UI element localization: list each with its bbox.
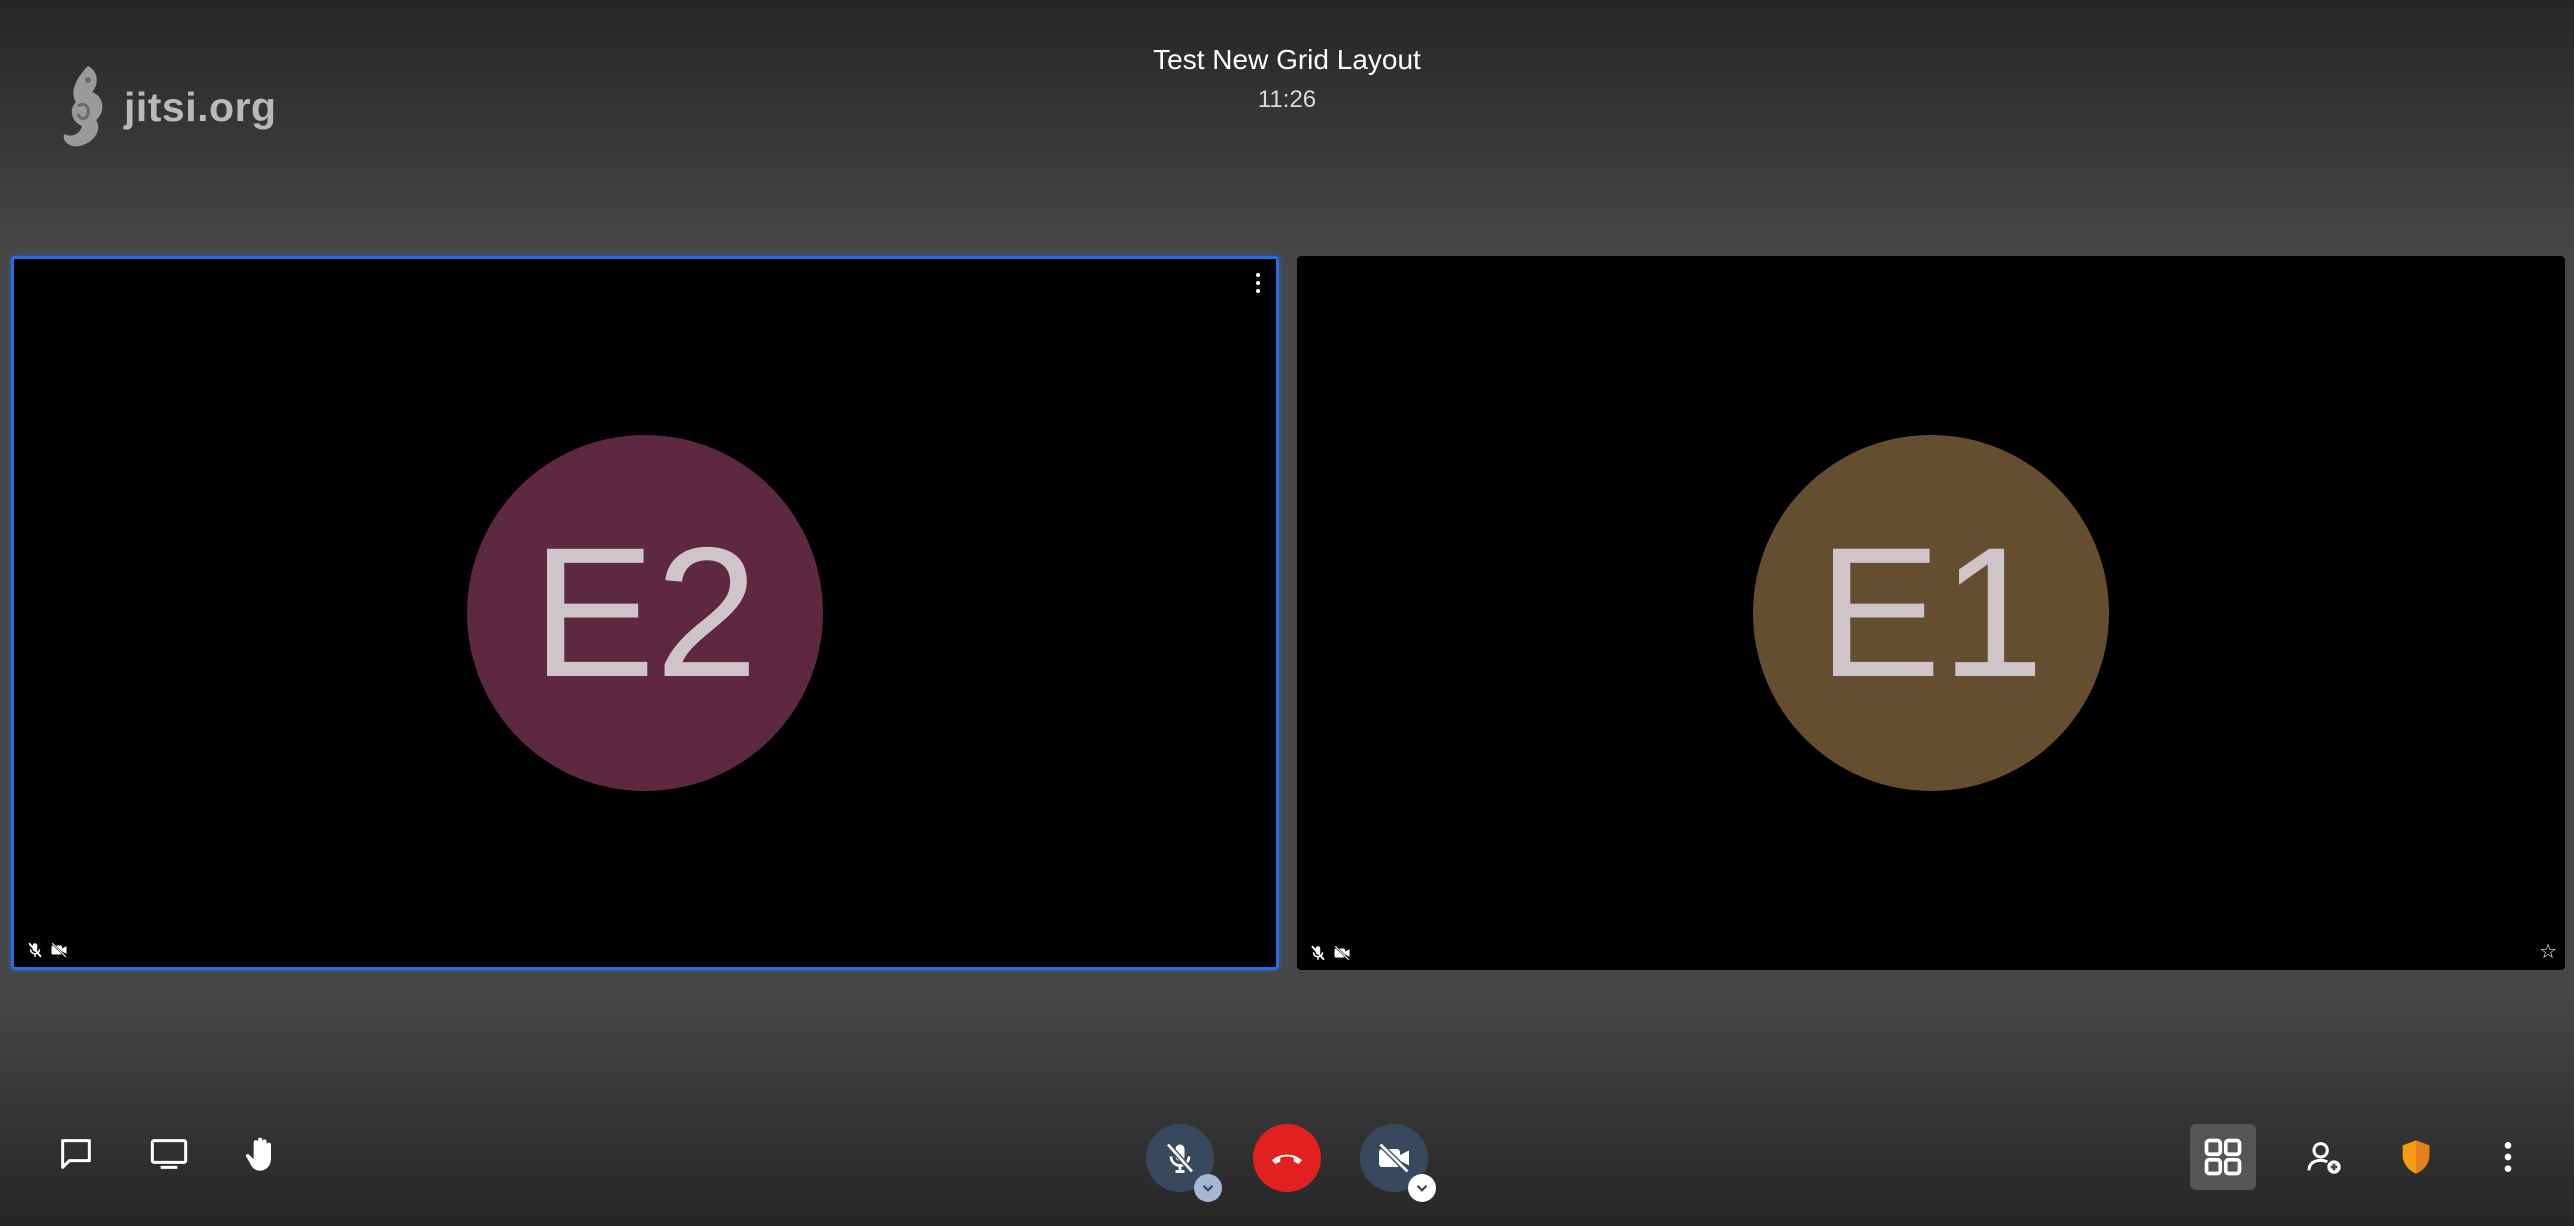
avatar-initials: E2 <box>531 509 759 716</box>
invite-icon <box>2307 1142 2341 1174</box>
more-options-icon[interactable] <box>1252 271 1264 295</box>
participant-tile-e2[interactable]: E2 <box>11 256 1279 970</box>
toolbar-left <box>52 1130 331 1178</box>
hangup-button[interactable] <box>1253 1124 1321 1192</box>
status-indicators <box>1309 944 1351 962</box>
mic-muted-icon <box>1311 945 1325 961</box>
tile-view-button[interactable] <box>2190 1124 2256 1190</box>
moderator-star-icon: ☆ <box>2539 941 2557 963</box>
audio-settings-button[interactable] <box>1194 1174 1222 1202</box>
mic-muted-icon <box>28 942 42 958</box>
video-muted-icon <box>1334 945 1350 961</box>
camera-muted-icon <box>1378 1142 1410 1174</box>
security-options-button[interactable] <box>2392 1133 2440 1181</box>
security-shield-icon <box>2402 1140 2430 1174</box>
chevron-down-icon <box>1202 1184 1214 1192</box>
chevron-down-icon <box>1416 1184 1428 1192</box>
toolbar-right <box>2190 1124 2532 1190</box>
invite-button[interactable] <box>2300 1133 2348 1181</box>
meeting-timer: 11:26 <box>1257 86 1317 113</box>
raise-hand-button[interactable] <box>238 1130 286 1178</box>
chat-icon <box>61 1139 91 1169</box>
meeting-title: Test New Grid Layout <box>1153 44 1421 75</box>
share-screen-icon <box>150 1139 188 1169</box>
share-screen-button[interactable] <box>145 1130 193 1178</box>
hangup-icon <box>1272 1154 1302 1164</box>
avatar-initials: E1 <box>1817 509 2045 716</box>
conference-header: Test New Grid Layout 11:26 <box>0 40 2574 120</box>
more-options-icon <box>2504 1142 2512 1172</box>
chat-button[interactable] <box>52 1130 100 1178</box>
avatar: E2 <box>467 435 823 791</box>
avatar: E1 <box>1753 435 2109 791</box>
video-settings-button[interactable] <box>1408 1174 1436 1202</box>
raise-hand-icon <box>245 1137 271 1171</box>
top-gradient <box>0 0 2574 260</box>
participant-tile-e1[interactable]: E1 ☆ <box>1297 256 2565 970</box>
tile-view-icon <box>2204 1138 2242 1176</box>
microphone-muted-icon <box>1166 1142 1194 1174</box>
status-indicators <box>26 941 68 959</box>
more-options-button[interactable] <box>2484 1133 2532 1181</box>
video-muted-icon <box>51 942 67 958</box>
